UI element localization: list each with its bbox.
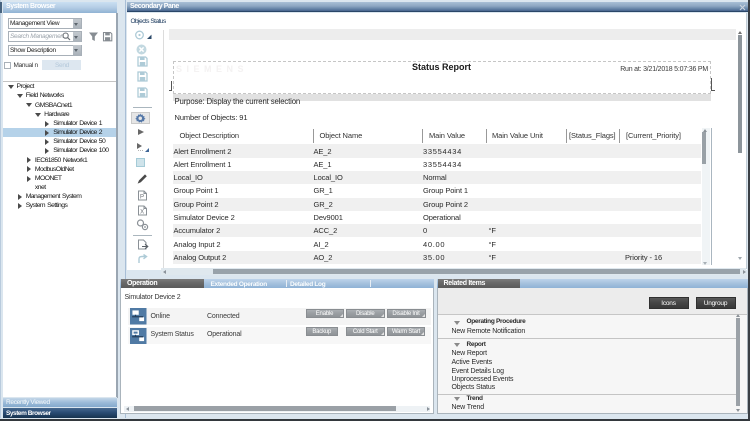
svg-text:P: P xyxy=(140,194,144,200)
svg-text:X: X xyxy=(140,209,144,215)
